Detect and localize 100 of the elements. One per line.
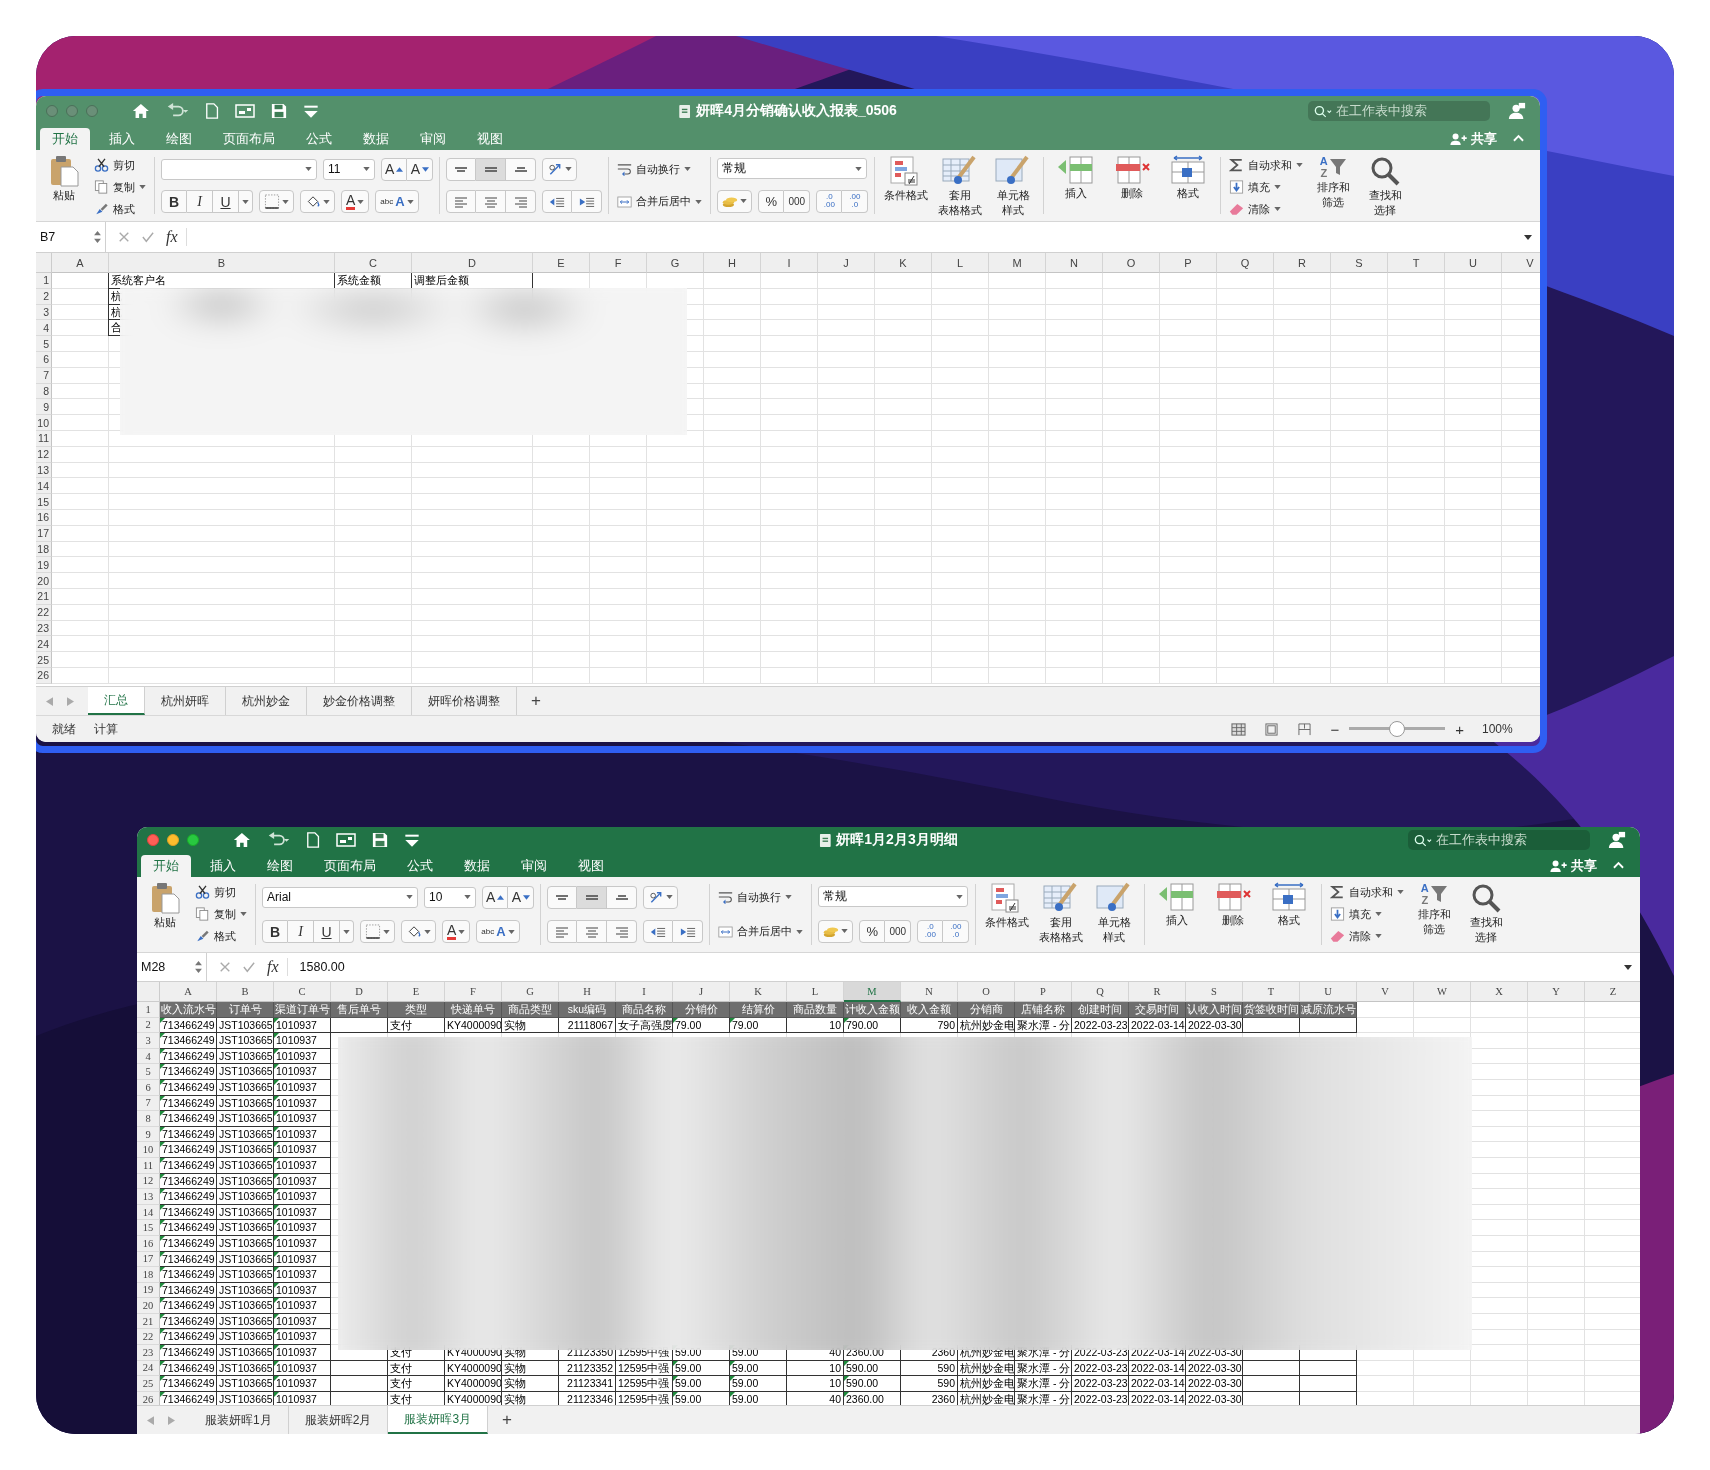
add-sheet-button[interactable]: +: [517, 687, 555, 715]
column-header[interactable]: X: [1471, 982, 1528, 1002]
ribbon-tab[interactable]: 数据: [452, 855, 502, 877]
column-header[interactable]: U: [1445, 253, 1502, 273]
zoom-in-button[interactable]: +: [1455, 720, 1464, 738]
column-header[interactable]: P: [1015, 982, 1072, 1002]
font-size-field[interactable]: 10: [424, 886, 476, 908]
column-header[interactable]: M: [844, 982, 901, 1002]
ribbon-tab[interactable]: 开始: [141, 855, 191, 877]
column-header[interactable]: A: [160, 982, 217, 1002]
decrease-decimal-button[interactable]: .00 .0: [943, 919, 970, 943]
page-break-icon[interactable]: [1297, 722, 1313, 736]
save-icon[interactable]: [271, 103, 288, 119]
collapse-ribbon-icon[interactable]: [1513, 134, 1524, 142]
column-header[interactable]: J: [673, 982, 730, 1002]
clear-button[interactable]: 清除: [1328, 926, 1407, 946]
row-header[interactable]: 18: [137, 1267, 160, 1283]
column-header[interactable]: D: [331, 982, 388, 1002]
row-header[interactable]: 15: [137, 1220, 160, 1236]
paste-button[interactable]: 粘贴: [141, 880, 189, 931]
column-header[interactable]: C: [274, 982, 331, 1002]
row-header[interactable]: 1: [36, 273, 52, 289]
column-header[interactable]: L: [932, 253, 989, 273]
cell-styles-button[interactable]: 单元格 样式: [1090, 880, 1139, 946]
orientation-button[interactable]: [542, 157, 578, 181]
row-header[interactable]: 14: [36, 478, 52, 495]
row-header[interactable]: 23: [137, 1345, 160, 1361]
column-header[interactable]: R: [1129, 982, 1186, 1002]
align-top-button[interactable]: [547, 885, 578, 909]
borders-button[interactable]: [259, 190, 294, 214]
table-format-button[interactable]: 套用 表格格式: [935, 153, 986, 219]
font-size-field[interactable]: 11: [323, 158, 375, 180]
row-header[interactable]: 13: [137, 1189, 160, 1205]
row-header[interactable]: 20: [36, 573, 52, 589]
row-header[interactable]: 24: [36, 636, 52, 653]
decrease-decimal-button[interactable]: .00 .0: [842, 189, 869, 213]
column-header[interactable]: O: [1103, 253, 1160, 273]
sort-filter-button[interactable]: A Z 排序和 筛选: [1410, 880, 1459, 938]
insert-function-button[interactable]: fx: [267, 958, 288, 976]
collapse-ribbon-icon[interactable]: [1613, 861, 1624, 869]
column-header[interactable]: Q: [1072, 982, 1129, 1002]
search-field[interactable]: 在工作表中搜索: [1308, 101, 1490, 121]
confirm-icon[interactable]: [243, 961, 255, 973]
ribbon-tab[interactable]: 审阅: [408, 128, 458, 150]
page-layout-icon[interactable]: [1264, 722, 1280, 736]
align-middle-button[interactable]: [476, 157, 507, 181]
column-header[interactable]: Q: [1217, 253, 1274, 273]
column-header[interactable]: A: [52, 253, 109, 273]
cut-button[interactable]: 剪切: [193, 882, 249, 902]
decrease-indent-button[interactable]: [643, 920, 674, 944]
sort-filter-button[interactable]: A Z 排序和 筛选: [1309, 153, 1358, 211]
ribbon-tab[interactable]: 开始: [40, 128, 90, 150]
font-color-button[interactable]: A: [442, 920, 471, 944]
autosum-button[interactable]: 自动求和: [1227, 155, 1306, 175]
row-header[interactable]: 15: [36, 494, 52, 510]
column-header[interactable]: P: [1160, 253, 1217, 273]
column-header[interactable]: H: [704, 253, 761, 273]
find-select-button[interactable]: 查找和 选择: [1361, 153, 1410, 219]
percent-button[interactable]: %: [859, 919, 886, 943]
ribbon-tab[interactable]: 视图: [465, 128, 515, 150]
column-header[interactable]: N: [1046, 253, 1103, 273]
fill-color-button[interactable]: [401, 920, 436, 944]
italic-button[interactable]: I: [288, 920, 314, 944]
increase-indent-button[interactable]: [673, 920, 704, 944]
currency-button[interactable]: [818, 919, 854, 943]
previous-sheet-icon[interactable]: [46, 696, 53, 706]
ribbon-tab[interactable]: 插入: [198, 855, 248, 877]
column-header[interactable]: K: [875, 253, 932, 273]
bold-button[interactable]: B: [262, 920, 288, 944]
align-center-button[interactable]: [476, 190, 507, 214]
row-header[interactable]: 10: [36, 415, 52, 431]
new-document-icon[interactable]: [305, 832, 321, 848]
cut-button[interactable]: 剪切: [92, 155, 148, 175]
fill-button[interactable]: 填充: [1227, 177, 1306, 197]
ribbon-tab[interactable]: 插入: [97, 128, 147, 150]
column-header[interactable]: U: [1300, 982, 1357, 1002]
column-header[interactable]: F: [590, 253, 647, 273]
row-header[interactable]: 5: [137, 1064, 160, 1080]
account-icon[interactable]: [1608, 831, 1626, 849]
column-header[interactable]: N: [901, 982, 958, 1002]
column-header[interactable]: B: [217, 982, 274, 1002]
sheet-tab[interactable]: 服装妍晖3月: [388, 1406, 489, 1434]
column-header[interactable]: O: [958, 982, 1015, 1002]
column-header[interactable]: J: [818, 253, 875, 273]
underline-button[interactable]: U: [314, 920, 340, 944]
align-bottom-button[interactable]: [506, 157, 537, 181]
insert-button[interactable]: 插入: [1151, 880, 1204, 929]
bold-button[interactable]: B: [161, 190, 187, 214]
thousands-button[interactable]: 000: [885, 919, 912, 943]
number-format-field[interactable]: 常规: [717, 158, 868, 180]
percent-button[interactable]: %: [758, 189, 785, 213]
column-header[interactable]: E: [533, 253, 590, 273]
format-cells-button[interactable]: 格式: [1162, 153, 1215, 202]
column-header[interactable]: G: [502, 982, 559, 1002]
row-header[interactable]: 4: [36, 320, 52, 337]
column-header[interactable]: V: [1502, 253, 1540, 273]
column-header[interactable]: Z: [1585, 982, 1640, 1002]
column-header[interactable]: M: [989, 253, 1046, 273]
format-painter-button[interactable]: 格式: [92, 199, 148, 219]
row-header[interactable]: 3: [137, 1033, 160, 1049]
